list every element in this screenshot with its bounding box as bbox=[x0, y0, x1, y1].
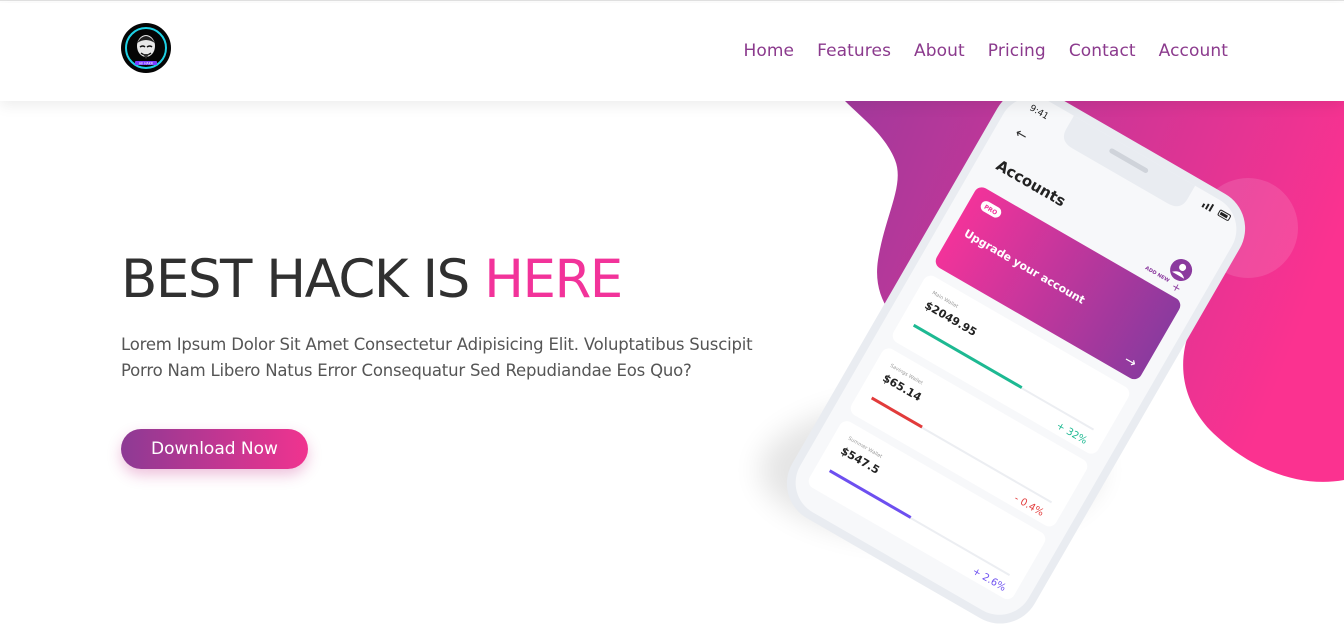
nav-features[interactable]: Features bbox=[817, 41, 891, 61]
nav-home[interactable]: Home bbox=[744, 41, 795, 61]
hero-title-accent: HERE bbox=[484, 249, 623, 310]
logo-text: Hil HAKR bbox=[139, 61, 154, 65]
hero-title: BEST HACK IS HERE bbox=[121, 249, 623, 310]
nav-contact[interactable]: Contact bbox=[1069, 41, 1136, 61]
anonymous-mask-icon: Hil HAKR bbox=[125, 27, 167, 69]
download-now-button[interactable]: Download Now bbox=[121, 429, 308, 469]
phone-mockup: 9:41 ← Accounts PRO Upgrade your account… bbox=[700, 88, 1344, 624]
nav-about[interactable]: About bbox=[914, 41, 965, 61]
hero-title-main: BEST HACK IS bbox=[121, 249, 485, 310]
logo[interactable]: Hil HAKR bbox=[121, 23, 171, 73]
nav-pricing[interactable]: Pricing bbox=[988, 41, 1046, 61]
site-header: Hil HAKR Home Features About Pricing Con… bbox=[0, 3, 1344, 101]
phone-illustration: 9:41 ← Accounts PRO Upgrade your account… bbox=[760, 88, 1246, 624]
hero-description: Lorem Ipsum Dolor Sit Amet Consectetur A… bbox=[121, 335, 753, 380]
main-nav: Home Features About Pricing Contact Acco… bbox=[744, 41, 1228, 61]
nav-account[interactable]: Account bbox=[1159, 41, 1228, 61]
